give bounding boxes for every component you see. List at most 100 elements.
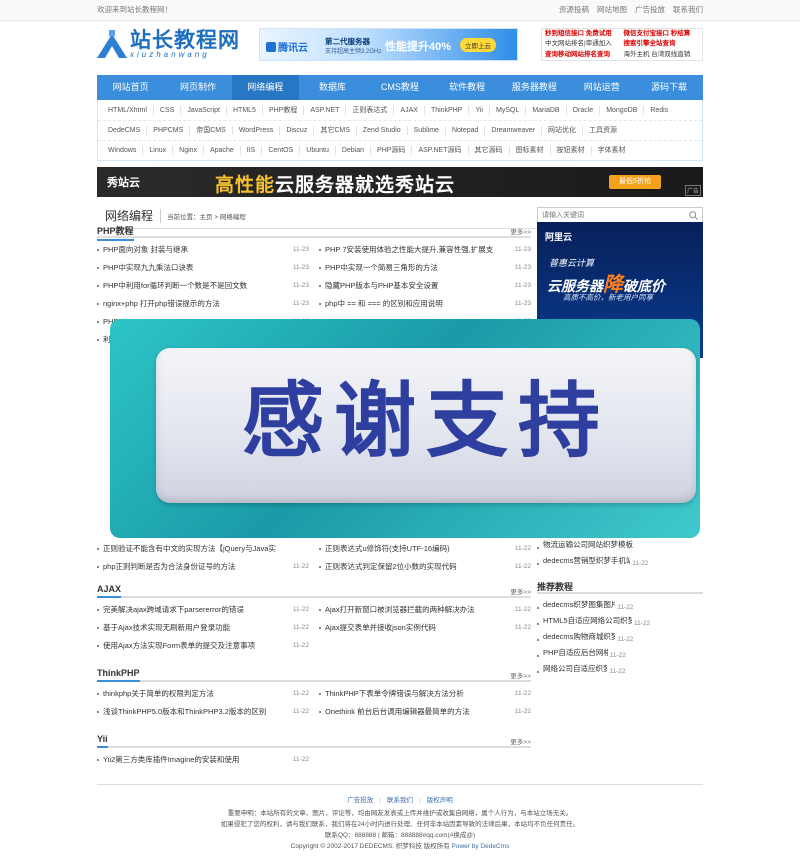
power-link[interactable]: Power by DedeCms bbox=[452, 843, 510, 850]
article-item[interactable]: PHP中利用for循环判断一个数是不是回文数 11-23 bbox=[97, 277, 309, 295]
subnav-link[interactable]: ASP.NET bbox=[304, 105, 347, 115]
subnav-link[interactable]: Yii bbox=[469, 105, 490, 115]
subnav-link[interactable]: MongoDB bbox=[600, 105, 645, 115]
nav-item[interactable]: 服务器教程 bbox=[501, 75, 568, 100]
ad-link[interactable]: 中文网站排名|审通加入 bbox=[545, 39, 621, 49]
article-item[interactable]: PHP 7安装使用体验之性能大提升,兼容性强,扩展支 11-23 bbox=[319, 241, 531, 259]
subnav-link[interactable]: HTML/Xhtml bbox=[102, 105, 154, 115]
subnav-link[interactable]: AJAX bbox=[394, 105, 425, 115]
subnav-link[interactable]: 图标素材 bbox=[510, 146, 551, 155]
nav-item[interactable]: 网站首页 bbox=[97, 75, 164, 100]
subnav-link[interactable]: MySQL bbox=[490, 105, 527, 115]
subnav-link[interactable]: JavaScript bbox=[181, 105, 227, 115]
subnav-link[interactable]: ASP.NET源码 bbox=[412, 146, 469, 155]
article-item[interactable]: 正则表达式u修饰符(支持UTF-16编码) 11-22 bbox=[319, 540, 531, 558]
article-item[interactable]: PHP中实现九九乘法口诀表 11-23 bbox=[97, 259, 309, 277]
article-item[interactable]: PHP面向对象 封装与继承 11-23 bbox=[97, 241, 309, 259]
footer-link[interactable]: 版权声明 bbox=[427, 795, 453, 806]
subnav-link[interactable]: DedeCMS bbox=[102, 126, 148, 135]
subnav-link[interactable]: HTML5 bbox=[227, 105, 263, 115]
recommend-item[interactable]: dedecms购物商城织梦模板 11-22 bbox=[537, 632, 634, 648]
article-item[interactable]: 基于Ajax技术实现无刷新用户登录功能 11-22 bbox=[97, 619, 309, 637]
ad-link[interactable]: 秒到短信接口 免费试用 bbox=[545, 29, 621, 39]
subnav-link[interactable]: IIS bbox=[241, 146, 263, 155]
article-item[interactable]: 隐藏PHP版本与PHP基本安全设置 11-23 bbox=[319, 277, 531, 295]
subnav-link[interactable]: 帝国CMS bbox=[190, 126, 233, 135]
subnav-link[interactable]: PHP教程 bbox=[263, 105, 305, 115]
article-item[interactable]: php正则判断是否为合法身份证号的方法 11-22 bbox=[97, 558, 309, 576]
article-item[interactable]: ThinkPHP下表单令牌错误与解决方法分析 11-22 bbox=[319, 685, 531, 703]
nav-item[interactable]: 数据库 bbox=[299, 75, 366, 100]
recommend-item[interactable]: PHP自适应后台网格模板 11-22 bbox=[537, 648, 626, 664]
nav-item[interactable]: 网页制作 bbox=[164, 75, 231, 100]
top-link[interactable]: 联系我们 bbox=[673, 0, 703, 20]
article-item[interactable]: PHP中实现一个简易三角形的方法 11-23 bbox=[319, 259, 531, 277]
recommend-item[interactable]: dedecms织梦图集图片模板 11-22 bbox=[537, 600, 634, 616]
footer-link[interactable]: 联系我们 bbox=[387, 795, 413, 806]
subnav-link[interactable]: Sublime bbox=[408, 126, 446, 135]
xiuzhan-cloud-ad[interactable]: 秀站云 高性能云服务器就选秀站云 最低5折抢 广告 bbox=[97, 167, 703, 197]
subnav-link[interactable]: 按钮素材 bbox=[551, 146, 592, 155]
more-link[interactable]: 更多>> bbox=[510, 670, 531, 680]
recommend-item[interactable]: 网络公司自适应织梦模板 11-22 bbox=[537, 664, 626, 680]
article-item[interactable]: 正则表达式判定保留2位小数的实现代码 11-22 bbox=[319, 558, 531, 576]
subnav-link[interactable]: 正则表达式 bbox=[346, 105, 395, 115]
subnav-link[interactable]: Oracle bbox=[567, 105, 601, 115]
search-input[interactable] bbox=[538, 208, 678, 223]
subnav-link[interactable]: Dreamweaver bbox=[485, 126, 542, 135]
subnav-link[interactable]: Redis bbox=[644, 106, 674, 115]
subnav-link[interactable]: WordPress bbox=[233, 126, 281, 135]
article-item[interactable]: Ajax打开新窗口被浏览器拦截的两种解决办法 11-22 bbox=[319, 601, 531, 619]
subnav-link[interactable]: 其它CMS bbox=[314, 126, 357, 135]
subnav-link[interactable]: CSS bbox=[154, 105, 182, 115]
side-item[interactable]: 物流运输公司网站织梦模板 bbox=[537, 540, 633, 549]
subnav-link[interactable]: Apache bbox=[204, 146, 241, 155]
subnav-link[interactable]: PHP源码 bbox=[371, 146, 413, 155]
footer-link[interactable]: 广告投放 bbox=[347, 795, 373, 806]
site-logo[interactable]: 站长教程网 xiuzhanwang bbox=[97, 29, 240, 59]
more-link[interactable]: 更多>> bbox=[510, 226, 531, 236]
subnav-link[interactable]: PHPCMS bbox=[147, 126, 191, 135]
subnav-link[interactable]: CentOS bbox=[262, 146, 301, 155]
subnav-link[interactable]: ThinkPHP bbox=[425, 105, 470, 115]
subnav-link[interactable]: MariaDB bbox=[526, 105, 567, 115]
tencent-cloud-banner[interactable]: 腾讯云 第二代服务器 支持超高主频3.2GHz 性能提升40% 立即上云 bbox=[259, 28, 518, 61]
subnav-link[interactable]: Windows bbox=[102, 146, 144, 155]
thanks-button[interactable]: 感谢支持 bbox=[156, 348, 696, 503]
banner-button[interactable]: 立即上云 bbox=[460, 38, 496, 52]
ad-link[interactable]: 海外主机 台湾双线直销 bbox=[624, 50, 700, 60]
ad-link[interactable]: 搜索引擎全站查询 bbox=[624, 39, 700, 49]
ad-button[interactable]: 最低5折抢 bbox=[609, 175, 661, 189]
side-item[interactable]: dedecms营销型织梦手机站模板 11-22 bbox=[537, 556, 649, 572]
article-item[interactable]: php中 == 和 === 的区别和应用说明 11-23 bbox=[319, 295, 531, 313]
subnav-link[interactable]: Discuz bbox=[280, 126, 315, 135]
thanks-popup[interactable]: 感谢支持 bbox=[110, 319, 700, 538]
article-item[interactable]: 完美解决ajax跨域请求下parsererror的错误 11-22 bbox=[97, 601, 309, 619]
subnav-link[interactable]: Linux bbox=[143, 146, 174, 155]
subnav-link[interactable]: Debian bbox=[336, 146, 372, 155]
recommend-item[interactable]: HTML5自适应网络公司织梦模板 11-22 bbox=[537, 616, 651, 632]
subnav-link[interactable]: 工具资源 bbox=[583, 126, 623, 135]
subnav-link[interactable]: 网站优化 bbox=[542, 126, 583, 135]
top-link[interactable]: 资源投稿 bbox=[559, 0, 589, 20]
top-link[interactable]: 广告投放 bbox=[635, 0, 665, 20]
ad-link[interactable]: 微信支付宝接口 秒结算 bbox=[624, 29, 700, 39]
article-item[interactable]: 正则验证不能含有中文的实现方法【jQuery与Java实 bbox=[97, 540, 309, 558]
nav-item[interactable]: 网站运营 bbox=[568, 75, 635, 100]
nav-item[interactable]: 软件教程 bbox=[433, 75, 500, 100]
subnav-link[interactable]: Ubuntu bbox=[300, 146, 336, 155]
nav-item[interactable]: 网络编程 bbox=[231, 75, 299, 100]
subnav-link[interactable]: 字体素材 bbox=[592, 146, 632, 155]
article-item[interactable]: thinkphp关于简单的权限判定方法 11-22 bbox=[97, 685, 309, 703]
more-link[interactable]: 更多>> bbox=[510, 736, 531, 746]
top-link[interactable]: 网站地图 bbox=[597, 0, 627, 20]
subnav-link[interactable]: Notepad bbox=[446, 126, 486, 135]
subnav-link[interactable]: 其它源码 bbox=[469, 146, 510, 155]
search-icon[interactable] bbox=[689, 211, 698, 220]
article-item[interactable]: nginx+php 打开php错误提示的方法 11-23 bbox=[97, 295, 309, 313]
ad-link[interactable]: 查询移动网站排名查询 bbox=[545, 50, 621, 60]
article-item[interactable]: 浅谈ThinkPHP5.0版本和ThinkPHP3.2版本的区别 11-22 bbox=[97, 703, 309, 721]
article-item[interactable]: Onethink 前台后台调用编辑器最简单的方法 11-22 bbox=[319, 703, 531, 721]
nav-item[interactable]: CMS教程 bbox=[366, 75, 433, 100]
article-item[interactable]: 使用Ajax方法实现Form表单的提交及注意事项 11-22 bbox=[97, 637, 309, 655]
